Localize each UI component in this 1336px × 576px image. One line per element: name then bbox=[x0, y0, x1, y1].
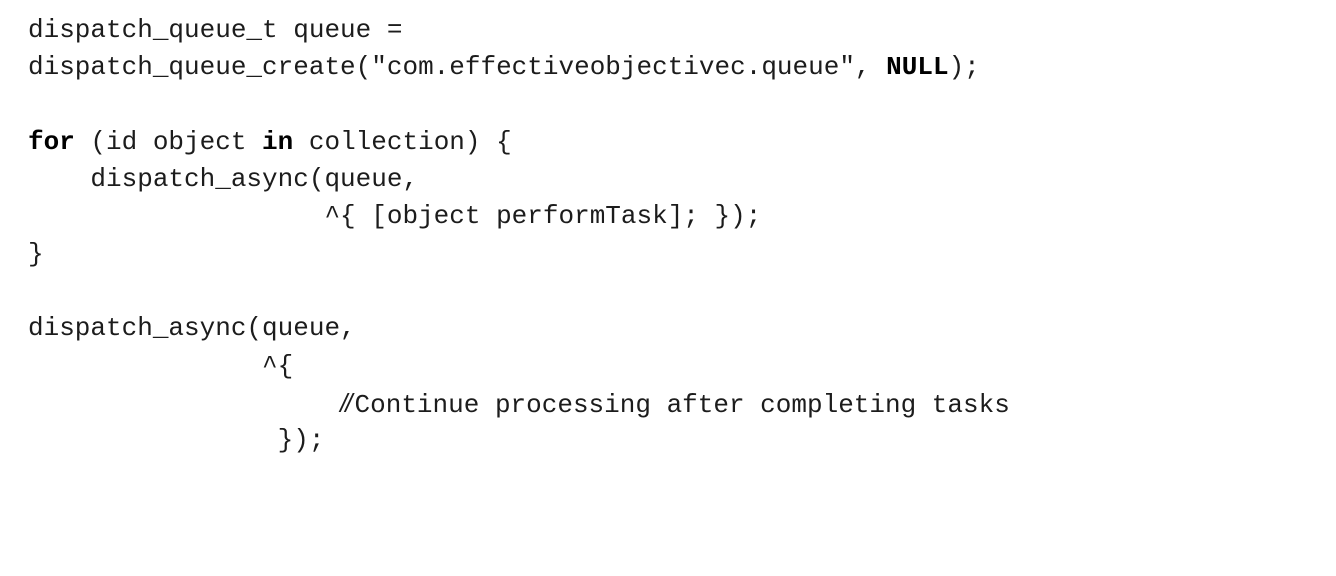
code-line-1: dispatch_queue_t queue = bbox=[28, 15, 403, 45]
code-comment: Continue processing after completing tas… bbox=[354, 389, 1010, 420]
code-line-8-blank bbox=[28, 273, 1010, 310]
code-line-5: dispatch_async(queue, bbox=[28, 164, 419, 195]
code-line-2: dispatch_queue_create("com.effectiveobje… bbox=[28, 49, 1010, 86]
code-line-10: ^{ bbox=[28, 350, 294, 381]
code-line-11: //Continue processing after completing t… bbox=[28, 385, 1010, 422]
keyword-in: in bbox=[262, 126, 294, 157]
code-line-3-blank bbox=[28, 87, 1010, 124]
keyword-null: NULL bbox=[886, 52, 949, 83]
code-line-12: }); bbox=[28, 425, 325, 456]
comment-slashes: // bbox=[340, 387, 353, 418]
code-line-4: for (id object in collection) { bbox=[28, 124, 1010, 161]
code-text: ); bbox=[948, 52, 980, 83]
code-listing: dispatch_queue_t queue = dispatch_queue_c… bbox=[28, 12, 1010, 460]
code-text: collection) { bbox=[293, 126, 512, 157]
code-text: (id object bbox=[74, 126, 263, 157]
code-line-9: dispatch_async(queue, bbox=[28, 313, 356, 344]
keyword-for: for bbox=[28, 126, 75, 157]
code-line-7: } bbox=[28, 238, 44, 269]
code-line-6: ^{ [object performTask]; }); bbox=[28, 201, 762, 232]
code-text: dispatch_queue_create("com.effectiveobje… bbox=[28, 52, 887, 83]
